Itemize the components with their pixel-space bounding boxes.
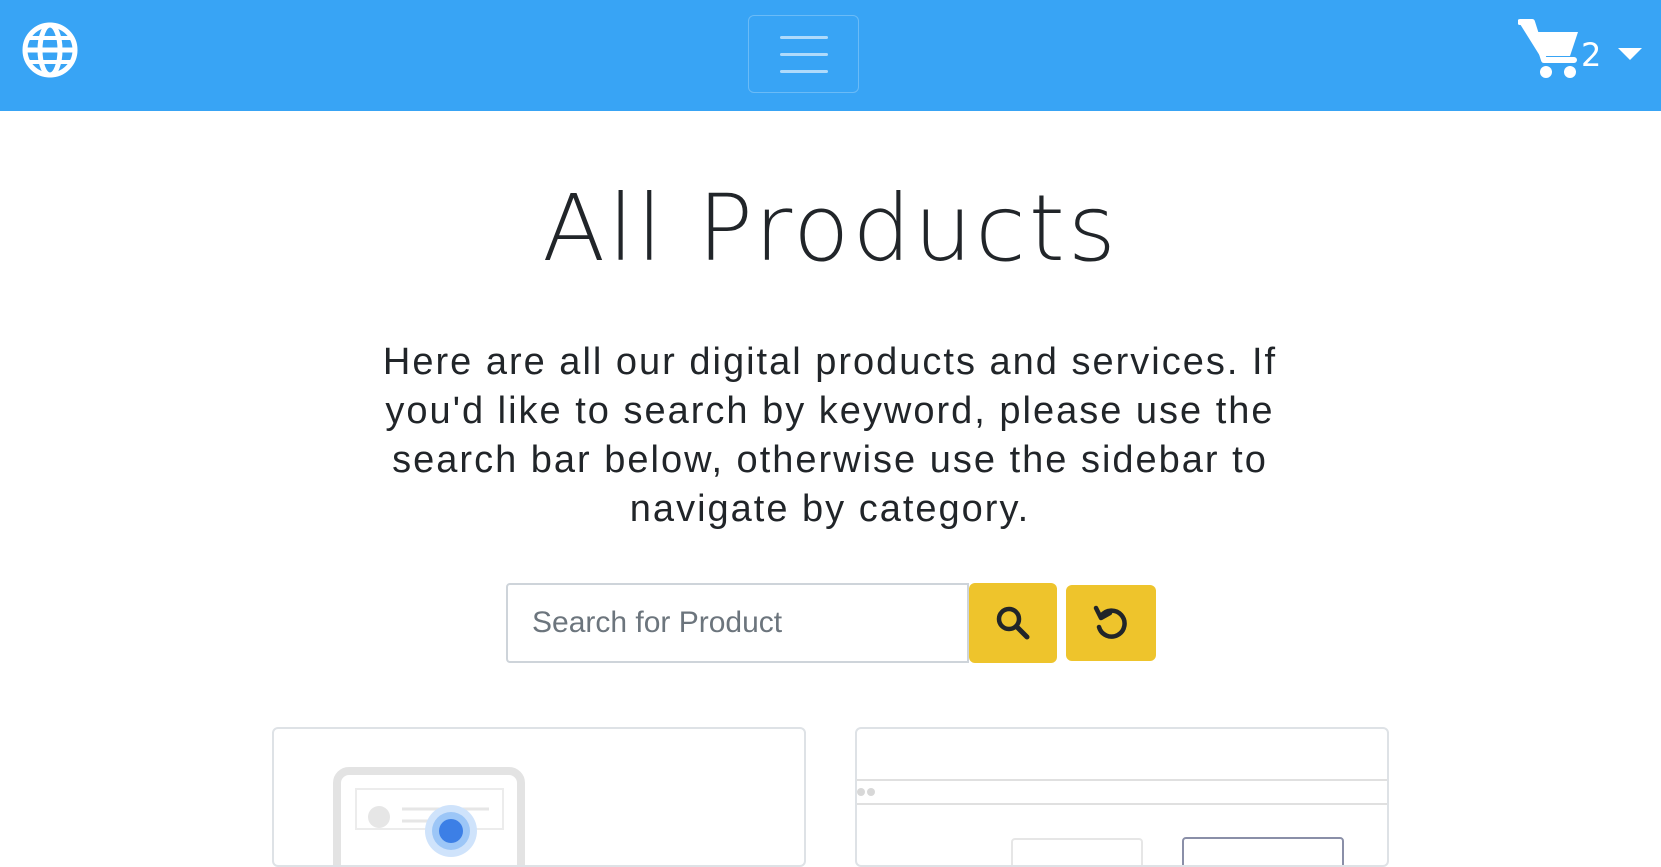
search-button[interactable] [969, 583, 1057, 663]
cart-count-badge: 2 [1581, 36, 1602, 74]
product-card[interactable] [272, 727, 806, 867]
search-input[interactable] [506, 583, 969, 663]
product-thumbnail-1 [274, 729, 804, 865]
cart-dropdown-toggle[interactable]: 2 [1517, 18, 1648, 85]
product-card[interactable] [855, 727, 1389, 867]
caret-down-icon [1618, 48, 1642, 60]
product-thumbnail-2 [857, 729, 1387, 865]
page-description: Here are all our digital products and se… [382, 341, 1278, 530]
hamburger-menu-button[interactable] [748, 15, 859, 93]
globe-icon[interactable] [22, 22, 78, 78]
top-navbar: 2 [0, 0, 1661, 111]
reset-button[interactable] [1066, 585, 1156, 661]
shopping-cart-icon [1517, 18, 1584, 85]
page-title: All Products [542, 175, 1119, 282]
